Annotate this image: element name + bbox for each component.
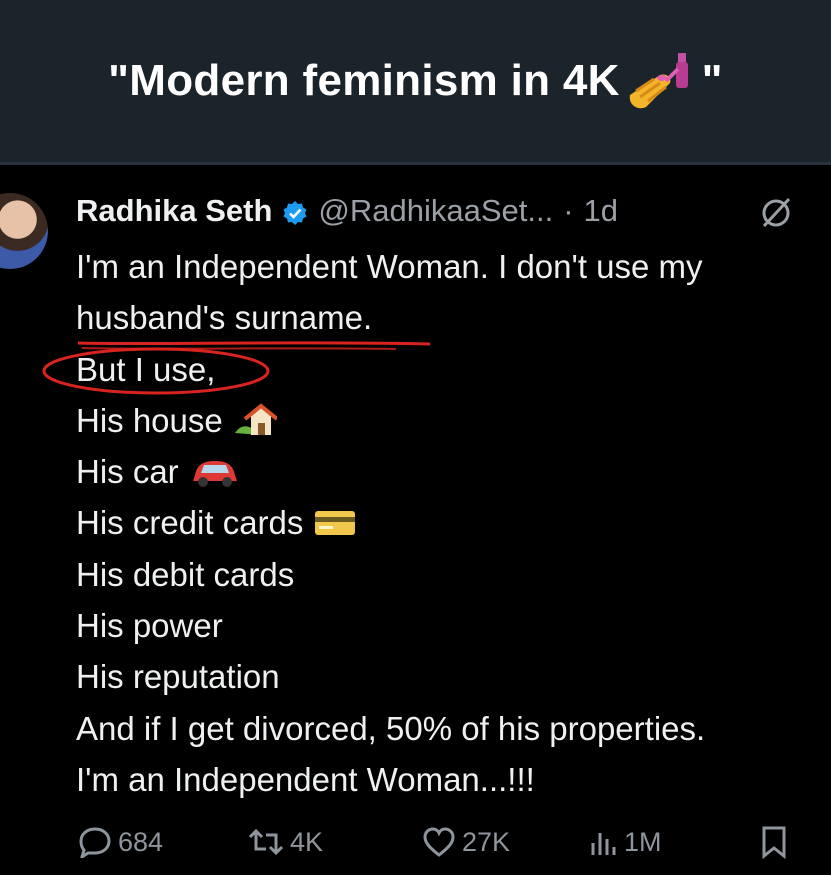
- tweet-line: And if I get divorced, 50% of his proper…: [76, 709, 706, 747]
- heart-icon: [423, 827, 455, 857]
- tweet-line: I'm an Independent Woman. I don't use my: [76, 248, 703, 285]
- repost-button[interactable]: 4K: [248, 817, 323, 867]
- timestamp[interactable]: 1d: [584, 193, 618, 229]
- house-icon: [234, 402, 277, 435]
- tweet-line: I'm an Independent Woman...!!!: [76, 760, 535, 798]
- like-button[interactable]: 27K: [422, 817, 510, 867]
- verified-badge-icon: [282, 198, 308, 225]
- bookmark-icon: [762, 826, 786, 859]
- reply-button[interactable]: 684: [78, 817, 163, 867]
- like-count: 27K: [462, 826, 511, 857]
- reply-count: 684: [118, 826, 164, 857]
- car-icon: [192, 460, 237, 487]
- credit-card-icon: [315, 511, 356, 536]
- tweet-actions-bar: 684 4K 27K 1M: [0, 817, 831, 867]
- bookmark-button[interactable]: [760, 817, 788, 867]
- tweet-line: His debit cards: [76, 555, 295, 593]
- tweet-line: His house: [76, 395, 826, 446]
- views-count: 1M: [624, 826, 662, 857]
- dot-separator: ·: [563, 193, 574, 228]
- author-handle[interactable]: @RadhikaaSet...: [318, 193, 553, 229]
- nail-polish-icon: [626, 51, 696, 111]
- caption-banner: "Modern feminism in 4K ": [0, 0, 831, 165]
- repost-count: 4K: [290, 826, 324, 857]
- caption-text: "Modern feminism in 4K: [108, 56, 620, 105]
- avatar[interactable]: [0, 193, 48, 269]
- repost-icon: [248, 828, 284, 856]
- tweet-line: His power: [76, 607, 223, 645]
- tweet-line: His car: [76, 446, 826, 497]
- tweet-card[interactable]: Radhika Seth @RadhikaaSet... · 1d I'm an…: [0, 165, 831, 875]
- tweet-line: husband's surname.: [76, 299, 373, 337]
- tweet-line: His credit cards: [76, 497, 826, 548]
- caption-title: "Modern feminism in 4K ": [108, 51, 723, 111]
- grok-icon[interactable]: [758, 195, 794, 231]
- author-name[interactable]: Radhika Seth: [76, 193, 272, 229]
- red-circle-annotation: [42, 347, 270, 395]
- caption-closing-quote: ": [701, 56, 723, 105]
- views-chart-icon: [591, 833, 616, 855]
- tweet-text: I'm an Independent Woman. I don't use my…: [42, 241, 826, 805]
- views-button[interactable]: 1M: [588, 817, 662, 867]
- tweet-line: His reputation: [76, 658, 280, 696]
- tweet-header: Radhika Seth @RadhikaaSet... · 1d: [76, 191, 618, 231]
- reply-icon: [79, 827, 111, 858]
